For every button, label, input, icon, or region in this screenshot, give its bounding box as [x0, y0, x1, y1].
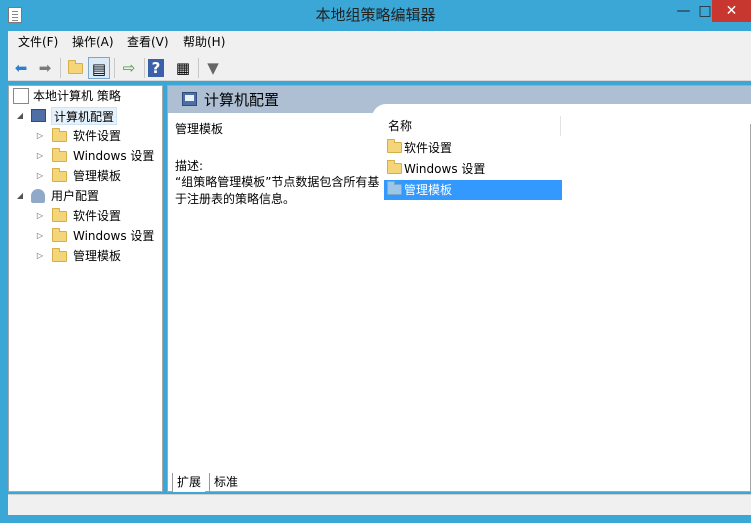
folder-icon — [52, 128, 67, 142]
tree-label: Windows 设置 — [73, 229, 155, 243]
list-item[interactable]: Windows 设置 — [384, 159, 562, 179]
expand-arrow-icon[interactable]: ▷ — [35, 246, 45, 266]
maximize-button[interactable]: □ — [698, 0, 712, 22]
expand-arrow-icon[interactable]: ▷ — [35, 126, 45, 146]
filter-icon[interactable]: ▼ — [202, 57, 224, 79]
folder-icon — [52, 168, 67, 182]
description-title: 管理模板 — [175, 122, 224, 136]
policy-document-icon — [13, 88, 29, 104]
column-header-name[interactable]: 名称 — [384, 116, 561, 136]
back-arrow-icon[interactable]: ⬅ — [10, 57, 32, 79]
tree-label: 软件设置 — [73, 129, 122, 143]
folder-icon — [52, 208, 67, 222]
list-item-label: 管理模板 — [404, 183, 453, 197]
computer-icon — [182, 92, 197, 106]
list-item-selected[interactable]: 管理模板 — [384, 180, 562, 200]
description-label: 描述: — [175, 159, 204, 173]
menu-action[interactable]: 操作(A) — [68, 31, 118, 54]
tree-label: 管理模板 — [73, 169, 122, 183]
toolbar-separator — [60, 58, 61, 78]
tab-standard[interactable]: 标准 — [209, 473, 242, 492]
tree-label: Windows 设置 — [73, 149, 155, 163]
collapse-arrow-icon[interactable]: ◢ — [15, 186, 25, 206]
tree-label: 计算机配置 — [51, 107, 118, 125]
expand-arrow-icon[interactable]: ▷ — [35, 166, 45, 186]
details-pane: 计算机配置 管理模板 描述: “组策略管理模板”节点数据包含所有基于注册表的策略… — [167, 85, 751, 492]
menu-view[interactable]: 查看(V) — [123, 31, 173, 54]
window-title: 本地组策略编辑器 — [315, 6, 436, 24]
expand-arrow-icon[interactable]: ▷ — [35, 146, 45, 166]
help-icon[interactable]: ? — [148, 59, 164, 77]
tree-label: 软件设置 — [73, 209, 122, 223]
menu-bar: 文件(F) 操作(A) 查看(V) 帮助(H) — [8, 31, 751, 54]
list-item-label: 软件设置 — [404, 141, 453, 155]
view-tabs: 扩展 标准 — [167, 473, 367, 492]
forward-arrow-icon[interactable]: ➡ — [34, 57, 56, 79]
toolbar-separator — [144, 58, 145, 78]
folder-icon — [68, 60, 83, 74]
user-icon — [31, 189, 45, 203]
tree-label: 用户配置 — [51, 189, 100, 203]
export-list-icon[interactable]: ⇨ — [118, 57, 140, 79]
toolbar: ⬅ ➡ ▤ ⇨ ? ▦ ▼ — [8, 54, 751, 81]
list-item-label: Windows 设置 — [404, 162, 486, 176]
tree-pane: 本地计算机 策略 ◢ 计算机配置 ▷ 软件设置 ▷ Windows 设置 ▷ 管… — [8, 85, 163, 492]
menu-file[interactable]: 文件(F) — [14, 31, 62, 54]
menu-help[interactable]: 帮助(H) — [179, 31, 229, 54]
toolbar-separator — [114, 58, 115, 78]
folder-icon — [387, 139, 402, 153]
details-header-title: 计算机配置 — [204, 91, 280, 109]
description-text: “组策略管理模板”节点数据包含所有基于注册表的策略信息。 — [175, 175, 380, 206]
expand-arrow-icon[interactable]: ▷ — [35, 226, 45, 246]
folder-icon — [52, 248, 67, 262]
folder-icon — [387, 160, 402, 174]
properties-icon[interactable]: ▦ — [172, 57, 194, 79]
show-tree-icon[interactable]: ▤ — [88, 57, 110, 79]
folder-icon — [387, 181, 402, 195]
expand-arrow-icon[interactable]: ▷ — [35, 206, 45, 226]
tree-label: 本地计算机 策略 — [33, 89, 121, 103]
computer-icon — [31, 109, 46, 122]
close-button[interactable]: ✕ — [712, 0, 751, 22]
tab-extended[interactable]: 扩展 — [172, 473, 206, 492]
up-folder-icon[interactable] — [64, 57, 86, 79]
collapse-arrow-icon[interactable]: ◢ — [15, 106, 25, 126]
tree-label: 管理模板 — [73, 249, 122, 263]
minimize-button[interactable]: — — [669, 0, 698, 22]
status-bar — [8, 494, 751, 515]
folder-icon — [52, 148, 67, 162]
list-item[interactable]: 软件设置 — [384, 138, 562, 158]
toolbar-separator — [198, 58, 199, 78]
folder-icon — [52, 228, 67, 242]
